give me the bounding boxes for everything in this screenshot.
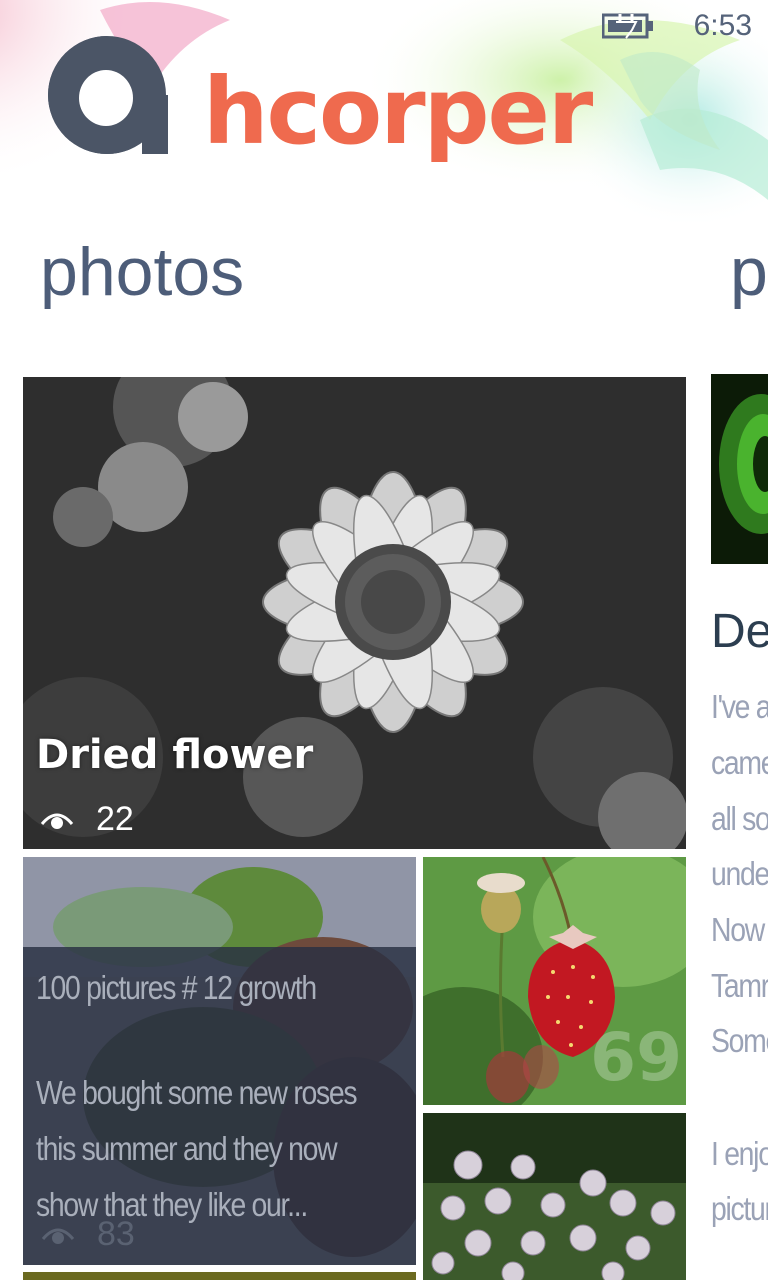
photo-tile-dried-flower[interactable] (23, 377, 686, 849)
logo-a-icon (48, 36, 168, 154)
eye-icon (40, 813, 74, 829)
photo-tile-astrantia[interactable] (423, 1113, 686, 1280)
photo-tile-partial[interactable] (23, 1272, 416, 1280)
eye-icon (41, 1228, 75, 1244)
next-panel-line: under (711, 855, 768, 892)
status-time: 6:53 (693, 9, 752, 42)
photo-title: 100 pictures # 12 growth (36, 969, 317, 1006)
next-panel-line: Some (711, 1022, 768, 1059)
next-panel-line: came (711, 744, 768, 781)
text-overlay: 100 pictures # 12 growth We bought some … (23, 947, 416, 1265)
pivot-header-next-peek[interactable]: p (730, 232, 768, 312)
photo-description: We bought some new roses this summer and… (36, 1074, 358, 1223)
views-counter: 22 (40, 800, 134, 839)
next-panel-line: Tamr (711, 967, 768, 1004)
views-count: 83 (97, 1215, 135, 1253)
photo-title: Dried flower (36, 732, 314, 778)
green-glow-image (711, 374, 768, 564)
battery-charging-icon (601, 13, 653, 39)
pivot-header-photos[interactable]: photos (40, 232, 244, 312)
photo-tile-next-panel[interactable] (711, 374, 768, 564)
photo-tile-growth[interactable]: 100 pictures # 12 growth We bought some … (23, 857, 416, 1265)
next-panel-line: I enjo (711, 1135, 768, 1172)
next-panel-line: pictur (711, 1190, 768, 1227)
photo-count-overlay: 69 (590, 1019, 682, 1096)
views-count: 22 (96, 800, 134, 838)
dried-flower-image (23, 377, 686, 849)
views-counter: 83 (41, 1215, 135, 1254)
next-panel-heading: De (711, 605, 768, 658)
next-panel-line: I've a (711, 688, 768, 725)
app-logo-text: hcorper (203, 58, 593, 165)
status-bar: 6:53 (601, 8, 752, 44)
next-panel-line: Now (711, 911, 765, 948)
next-panel-line: all so (711, 800, 768, 837)
photo-tile-strawberry[interactable]: 69 (423, 857, 686, 1105)
white-flowers-image (423, 1113, 686, 1280)
